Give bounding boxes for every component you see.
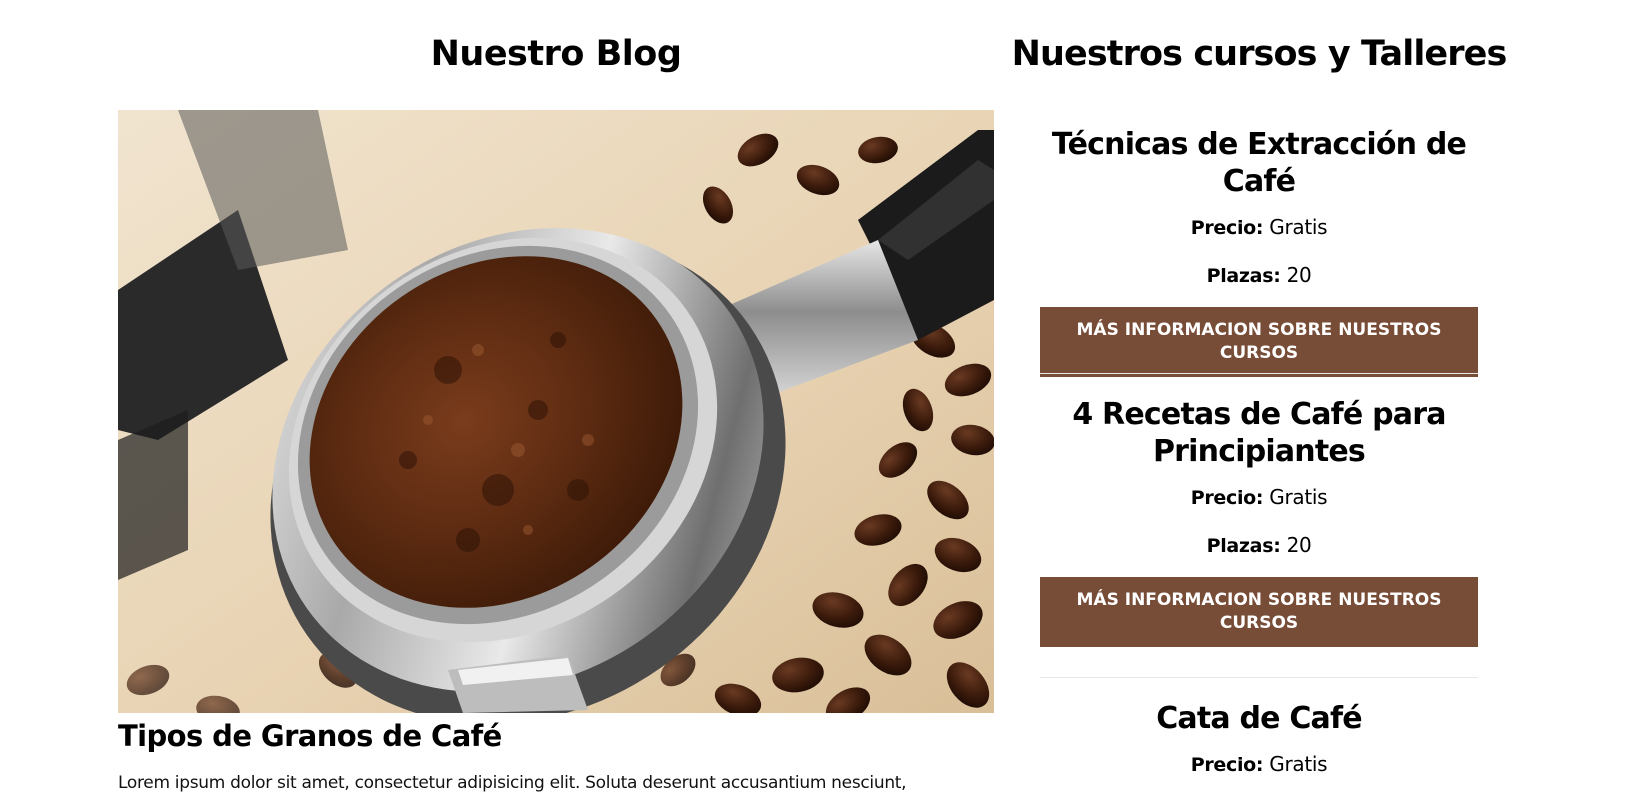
- course-seats: Plazas: 20: [1040, 261, 1478, 290]
- page: Nuestro Blog Tipos de Granos de Café Lor…: [0, 0, 1630, 795]
- course-price: Precio: Gratis: [1040, 483, 1478, 512]
- course-title: Técnicas de Extracción de Café: [1051, 127, 1467, 199]
- course-title: Cata de Café: [1156, 701, 1362, 736]
- post-title[interactable]: Tipos de Granos de Café: [118, 716, 502, 756]
- seats-value: 20: [1286, 263, 1312, 287]
- course-card: 4 Recetas de Café para Principiantes Pre…: [1040, 396, 1478, 647]
- course-card: Técnicas de Extracción de Café Precio: G…: [1040, 126, 1478, 377]
- course-title: 4 Recetas de Café para Principiantes: [1072, 397, 1446, 469]
- price-value: Gratis: [1269, 215, 1328, 239]
- price-value: Gratis: [1269, 752, 1328, 776]
- course-divider: [1040, 677, 1478, 678]
- course-divider: [1040, 373, 1478, 374]
- blog-post-image[interactable]: [118, 110, 994, 713]
- price-label: Precio:: [1190, 217, 1264, 239]
- course-price: Precio: Gratis: [1040, 750, 1478, 779]
- seats-label: Plazas:: [1206, 265, 1281, 287]
- more-info-button[interactable]: Más Informacion sobre nuestros cursos: [1040, 577, 1478, 647]
- post-excerpt: Lorem ipsum dolor sit amet, consectetur …: [118, 773, 907, 793]
- course-seats: Plazas: 20: [1040, 531, 1478, 560]
- blog-heading: Nuestro Blog: [430, 34, 682, 74]
- courses-heading: Nuestros cursos y Talleres: [1011, 34, 1508, 74]
- price-value: Gratis: [1269, 485, 1328, 509]
- seats-label: Plazas:: [1206, 535, 1281, 557]
- course-card: Cata de Café Precio: Gratis: [1040, 700, 1478, 779]
- price-label: Precio:: [1190, 754, 1264, 776]
- course-price: Precio: Gratis: [1040, 213, 1478, 242]
- coffee-portafilter-illustration: [118, 110, 994, 713]
- more-info-button[interactable]: Más Informacion sobre nuestros cursos: [1040, 307, 1478, 377]
- seats-value: 20: [1286, 533, 1312, 557]
- price-label: Precio:: [1190, 487, 1264, 509]
